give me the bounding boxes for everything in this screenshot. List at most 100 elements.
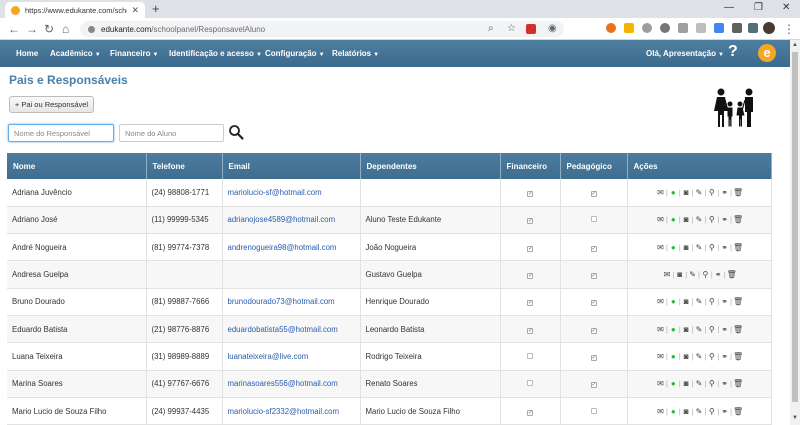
magnifier-icon[interactable]: ⚲ xyxy=(707,379,716,388)
camera-icon[interactable]: ◙ xyxy=(675,270,684,279)
col-pedagogico[interactable]: Pedagógico xyxy=(560,153,628,179)
edit-icon[interactable]: ✎ xyxy=(695,352,704,361)
cell-email[interactable]: eduardobatista55@hotmail.com xyxy=(222,315,361,344)
envelope-icon[interactable]: ✉ xyxy=(656,188,665,197)
bookmark-star-icon[interactable]: ☆ xyxy=(507,23,516,34)
envelope-icon[interactable]: ✉ xyxy=(656,352,665,361)
magnifier-icon[interactable]: ⚲ xyxy=(707,215,716,224)
edit-icon[interactable]: ✎ xyxy=(695,297,704,306)
link-icon[interactable]: ⚭ xyxy=(720,215,729,224)
nav-identificacao[interactable]: Identificação e acesso ▼ xyxy=(169,49,262,58)
magnifier-icon[interactable]: ⚲ xyxy=(707,188,716,197)
nav-academico[interactable]: Acadêmico ▼ xyxy=(50,49,101,58)
cell-email[interactable]: luanateixeira@live.com xyxy=(222,342,361,371)
camera-extension-icon[interactable]: ◉ xyxy=(548,23,557,34)
magnifier-icon[interactable]: ⚲ xyxy=(707,297,716,306)
maximize-icon[interactable]: ❐ xyxy=(754,2,763,13)
financeiro-checkbox[interactable] xyxy=(527,380,533,387)
camera-icon[interactable]: ◙ xyxy=(682,325,691,334)
responsavel-search-input[interactable] xyxy=(8,124,114,142)
edit-icon[interactable]: ✎ xyxy=(695,215,704,224)
link-icon[interactable]: ⚭ xyxy=(720,325,729,334)
envelope-icon[interactable]: ✉ xyxy=(656,215,665,224)
brand-logo[interactable]: e xyxy=(758,44,776,62)
edit-icon[interactable]: ✎ xyxy=(695,379,704,388)
trash-icon[interactable]: 🗑 xyxy=(733,407,743,416)
envelope-icon[interactable]: ✉ xyxy=(656,325,665,334)
pedagogico-checkbox[interactable] xyxy=(590,216,597,223)
vertical-scrollbar[interactable]: ▲ ▼ xyxy=(790,40,800,425)
pedagogico-checkbox[interactable]: ✓ xyxy=(590,354,597,361)
menu-kebab-icon[interactable]: ⋮ xyxy=(783,21,795,37)
trash-icon[interactable]: 🗑 xyxy=(727,270,737,279)
magnifier-icon[interactable]: ⚲ xyxy=(707,352,716,361)
pedagogico-checkbox[interactable]: ✓ xyxy=(590,190,597,197)
scrollbar-thumb[interactable] xyxy=(792,52,798,402)
extension-icon[interactable] xyxy=(732,23,742,33)
browser-tab[interactable]: https://www.edukante.com/scho ✕ xyxy=(5,2,145,18)
extension-icon[interactable] xyxy=(606,23,616,33)
camera-icon[interactable]: ◙ xyxy=(682,352,691,361)
pedagogico-checkbox[interactable]: ✓ xyxy=(590,327,597,334)
link-icon[interactable]: ⚭ xyxy=(720,379,729,388)
cell-email[interactable]: marinasoares556@hotmail.com xyxy=(222,370,361,398)
nav-relatorios[interactable]: Relatórios ▼ xyxy=(332,49,379,58)
camera-icon[interactable]: ◙ xyxy=(682,188,691,197)
edit-icon[interactable]: ✎ xyxy=(695,188,704,197)
close-tab-icon[interactable]: ✕ xyxy=(131,5,139,16)
address-bar[interactable]: edukante.com/schoolpanel/ResponsavelAlun… xyxy=(80,21,564,37)
col-nome[interactable]: Nome xyxy=(7,153,147,179)
envelope-icon[interactable]: ✉ xyxy=(656,379,665,388)
whatsapp-icon[interactable]: ● xyxy=(669,379,678,388)
link-icon[interactable]: ⚭ xyxy=(720,188,729,197)
financeiro-checkbox[interactable]: ✓ xyxy=(527,190,533,197)
extension-icon[interactable] xyxy=(642,23,652,33)
financeiro-checkbox[interactable]: ✓ xyxy=(527,273,533,280)
pedagogico-checkbox[interactable]: ✓ xyxy=(590,300,597,307)
cell-email[interactable]: mariolucio-sf2332@hotmail.com xyxy=(222,397,361,425)
col-financeiro[interactable]: Financeiro xyxy=(500,153,561,179)
camera-icon[interactable]: ◙ xyxy=(682,379,691,388)
extension-badge-icon[interactable] xyxy=(526,24,536,34)
trash-icon[interactable]: 🗑 xyxy=(733,352,743,361)
nav-financeiro[interactable]: Financeiro ▼ xyxy=(110,49,158,58)
user-menu[interactable]: Olá, Apresentação ▼ xyxy=(646,49,724,58)
financeiro-checkbox[interactable]: ✓ xyxy=(527,409,533,416)
envelope-icon[interactable]: ✉ xyxy=(656,407,665,416)
trash-icon[interactable]: 🗑 xyxy=(733,188,743,197)
link-icon[interactable]: ⚭ xyxy=(714,270,723,279)
edit-icon[interactable]: ✎ xyxy=(688,270,697,279)
envelope-icon[interactable]: ✉ xyxy=(662,270,671,279)
camera-icon[interactable]: ◙ xyxy=(682,243,691,252)
whatsapp-icon[interactable]: ● xyxy=(669,215,678,224)
zoom-icon[interactable]: ⌕ xyxy=(488,23,494,34)
whatsapp-icon[interactable]: ● xyxy=(669,325,678,334)
cell-email[interactable]: mariolucio-sf@hotmail.com xyxy=(222,179,361,207)
scroll-down-icon[interactable]: ▼ xyxy=(792,415,798,421)
edit-icon[interactable]: ✎ xyxy=(695,407,704,416)
home-icon[interactable]: ⌂ xyxy=(62,21,69,37)
extension-icon[interactable] xyxy=(624,23,634,33)
link-icon[interactable]: ⚭ xyxy=(720,243,729,252)
reload-icon[interactable]: ↻ xyxy=(44,21,54,37)
extension-icon[interactable] xyxy=(748,23,758,33)
pedagogico-checkbox[interactable]: ✓ xyxy=(590,245,597,252)
close-window-icon[interactable]: ✕ xyxy=(782,2,790,13)
camera-icon[interactable]: ◙ xyxy=(682,407,691,416)
forward-icon[interactable]: → xyxy=(26,21,38,37)
financeiro-checkbox[interactable]: ✓ xyxy=(527,300,533,307)
pedagogico-checkbox[interactable] xyxy=(590,407,597,414)
extension-icon[interactable] xyxy=(678,23,688,33)
financeiro-checkbox[interactable]: ✓ xyxy=(527,245,533,252)
magnifier-icon[interactable]: ⚲ xyxy=(707,243,716,252)
col-telefone[interactable]: Telefone xyxy=(146,153,223,179)
nav-configuracao[interactable]: Configuração ▼ xyxy=(265,49,325,58)
trash-icon[interactable]: 🗑 xyxy=(733,243,743,252)
envelope-icon[interactable]: ✉ xyxy=(656,243,665,252)
aluno-search-input[interactable] xyxy=(119,124,224,142)
trash-icon[interactable]: 🗑 xyxy=(733,297,743,306)
cell-email[interactable] xyxy=(222,260,361,289)
envelope-icon[interactable]: ✉ xyxy=(656,297,665,306)
cell-email[interactable]: adrianojose4589@hotmail.com xyxy=(222,206,361,235)
trash-icon[interactable]: 🗑 xyxy=(733,215,743,224)
